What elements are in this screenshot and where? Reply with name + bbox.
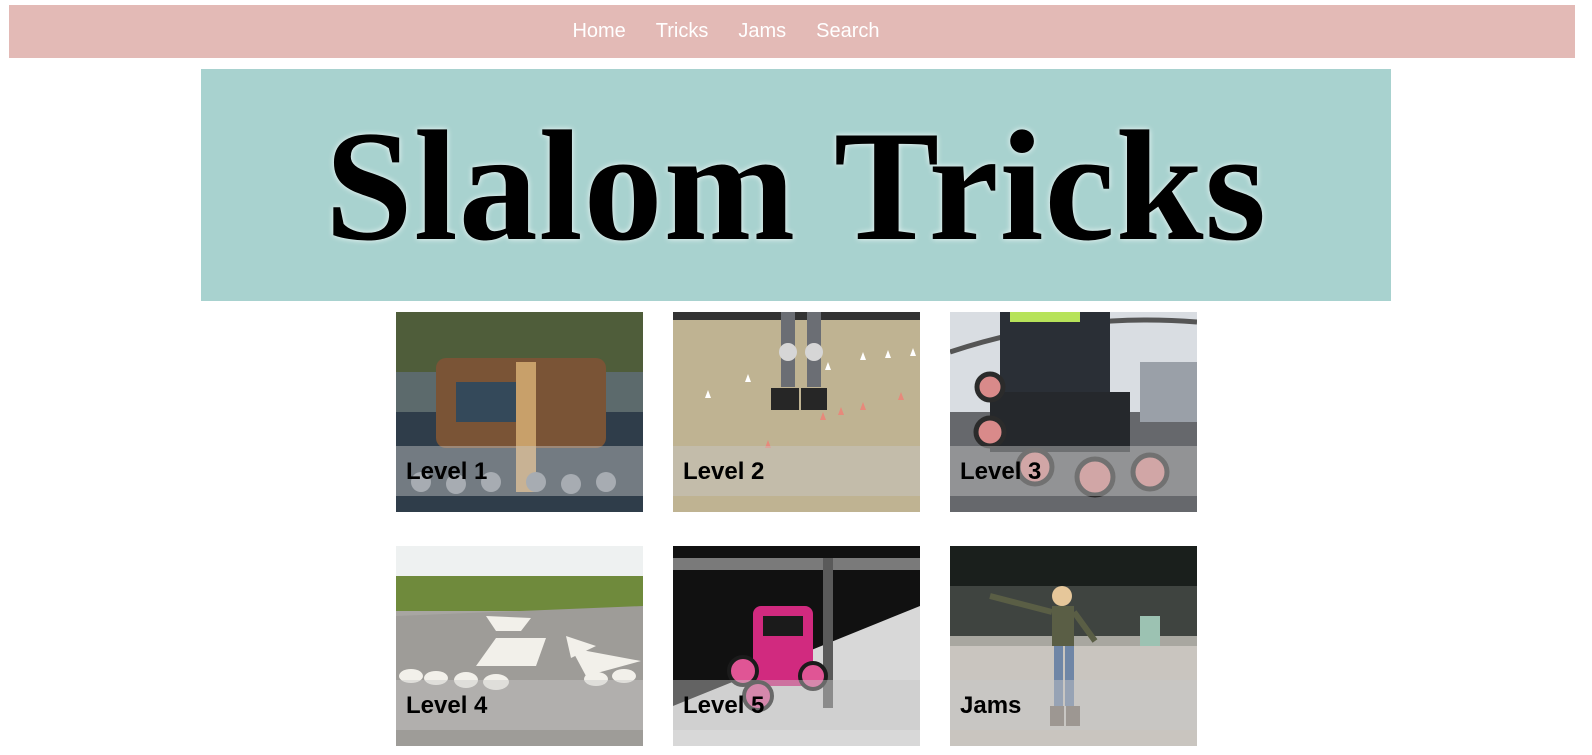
tile-caption: Jams bbox=[950, 680, 1197, 730]
tile-caption: Level 1 bbox=[396, 446, 643, 496]
nav-links: Home Tricks Jams Search bbox=[557, 20, 894, 43]
tile-label: Level 5 bbox=[683, 692, 765, 719]
tile-jams[interactable]: Jams bbox=[950, 546, 1197, 746]
tile-caption: Level 3 bbox=[950, 446, 1197, 496]
nav-search-link[interactable]: Search bbox=[801, 20, 894, 43]
tile-label: Level 4 bbox=[406, 692, 488, 719]
page-title: Slalom Tricks bbox=[324, 99, 1268, 274]
tile-label: Jams bbox=[960, 692, 1022, 719]
tile-level-2[interactable]: Level 2 bbox=[673, 312, 920, 512]
nav-jams-link[interactable]: Jams bbox=[723, 20, 801, 43]
tile-caption: Level 2 bbox=[673, 446, 920, 496]
nav-tricks-link[interactable]: Tricks bbox=[641, 20, 724, 43]
nav-home-link[interactable]: Home bbox=[557, 20, 640, 43]
tile-level-3[interactable]: Level 3 bbox=[950, 312, 1197, 512]
top-nav: Home Tricks Jams Search bbox=[9, 5, 1575, 58]
hero-banner: Slalom Tricks bbox=[201, 69, 1391, 301]
tile-label: Level 3 bbox=[960, 458, 1042, 485]
tile-level-1[interactable]: Level 1 bbox=[396, 312, 643, 512]
tile-level-5[interactable]: Level 5 bbox=[673, 546, 920, 746]
tile-label: Level 1 bbox=[406, 458, 488, 485]
tile-caption: Level 5 bbox=[673, 680, 920, 730]
tile-label: Level 2 bbox=[683, 458, 765, 485]
tile-caption: Level 4 bbox=[396, 680, 643, 730]
tile-level-4[interactable]: Level 4 bbox=[396, 546, 643, 746]
